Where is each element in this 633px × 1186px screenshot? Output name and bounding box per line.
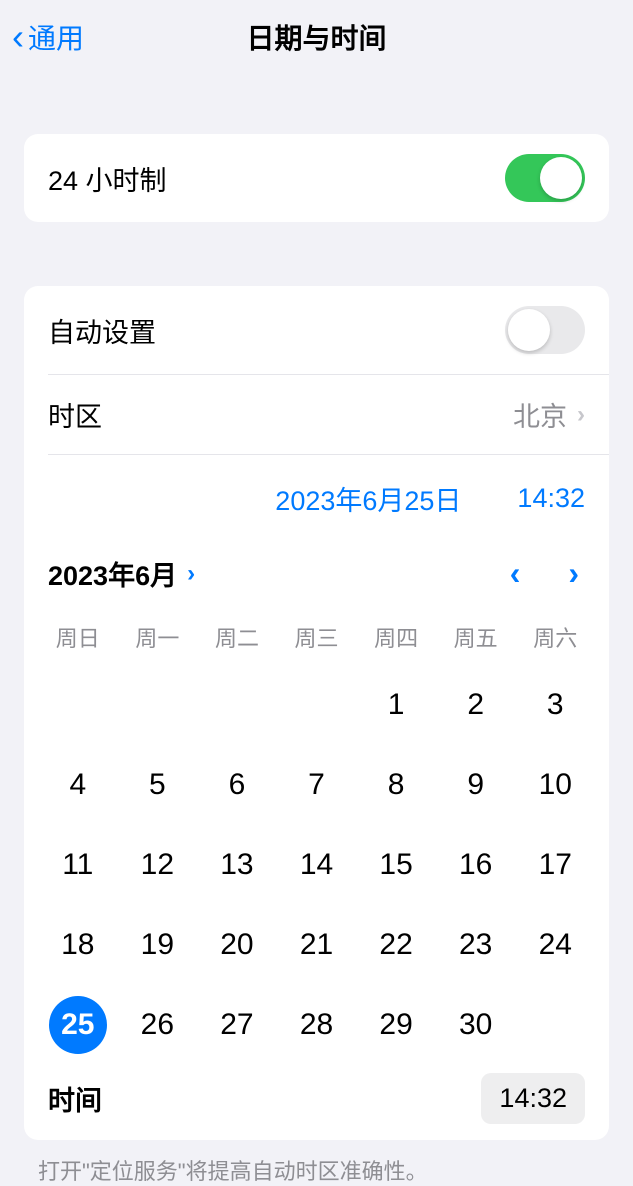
twenty-four-hour-label: 24 小时制 — [48, 159, 167, 198]
twenty-four-hour-row: 24 小时制 — [24, 134, 609, 222]
calendar-day[interactable]: 20 — [197, 905, 277, 985]
timezone-row[interactable]: 时区 北京 › — [24, 375, 609, 454]
month-label: 2023年6月 — [48, 554, 177, 593]
time-picker-button[interactable]: 14:32 — [481, 1073, 585, 1124]
auto-set-label: 自动设置 — [48, 311, 156, 350]
date-display[interactable]: 2023年6月25日 — [275, 479, 461, 518]
time-label: 时间 — [48, 1079, 102, 1118]
calendar-day-empty — [118, 665, 198, 745]
weekday-label: 周三 — [277, 621, 357, 665]
calendar-day[interactable]: 11 — [38, 825, 118, 905]
weekday-label: 周六 — [515, 621, 595, 665]
calendar-day[interactable]: 30 — [436, 985, 516, 1065]
month-selector[interactable]: 2023年6月 › — [48, 554, 195, 593]
calendar-day[interactable]: 12 — [118, 825, 198, 905]
calendar-day[interactable]: 9 — [436, 745, 516, 825]
calendar-day[interactable]: 3 — [515, 665, 595, 745]
calendar-day[interactable]: 1 — [356, 665, 436, 745]
footer-note: 打开"定位服务"将提高自动时区准确性。 — [0, 1140, 633, 1186]
twenty-four-hour-toggle[interactable] — [505, 154, 585, 202]
calendar-day[interactable]: 13 — [197, 825, 277, 905]
calendar-day[interactable]: 15 — [356, 825, 436, 905]
weekday-label: 周日 — [38, 621, 118, 665]
back-button[interactable]: ‹ 通用 — [12, 16, 84, 58]
calendar-day[interactable]: 17 — [515, 825, 595, 905]
calendar-day-empty — [277, 665, 357, 745]
timezone-value: 北京 — [513, 395, 567, 434]
calendar-day-empty — [515, 985, 595, 1065]
calendar-day[interactable]: 2 — [436, 665, 516, 745]
calendar-day-empty — [38, 665, 118, 745]
auto-set-row: 自动设置 — [24, 286, 609, 374]
weekday-label: 周二 — [197, 621, 277, 665]
calendar-day[interactable]: 5 — [118, 745, 198, 825]
calendar-day[interactable]: 29 — [356, 985, 436, 1065]
calendar-day[interactable]: 26 — [118, 985, 198, 1065]
calendar-day[interactable]: 28 — [277, 985, 357, 1065]
calendar-day[interactable]: 4 — [38, 745, 118, 825]
calendar-day[interactable]: 7 — [277, 745, 357, 825]
calendar-day[interactable]: 22 — [356, 905, 436, 985]
calendar-day[interactable]: 10 — [515, 745, 595, 825]
calendar-day[interactable]: 19 — [118, 905, 198, 985]
time-display[interactable]: 14:32 — [517, 483, 585, 514]
calendar-day[interactable]: 21 — [277, 905, 357, 985]
weekday-label: 周五 — [436, 621, 516, 665]
weekday-label: 周四 — [356, 621, 436, 665]
prev-month-button[interactable]: ‹ — [510, 555, 521, 592]
chevron-right-icon: › — [577, 401, 585, 429]
page-title: 日期与时间 — [246, 17, 386, 57]
calendar-day[interactable]: 23 — [436, 905, 516, 985]
calendar-day[interactable]: 18 — [38, 905, 118, 985]
weekday-label: 周一 — [118, 621, 198, 665]
chevron-right-icon: › — [187, 560, 195, 588]
calendar-day[interactable]: 24 — [515, 905, 595, 985]
timezone-label: 时区 — [48, 395, 102, 434]
calendar-day[interactable]: 6 — [197, 745, 277, 825]
chevron-left-icon: ‹ — [12, 16, 24, 58]
next-month-button[interactable]: › — [568, 555, 579, 592]
back-label: 通用 — [28, 17, 84, 57]
calendar-day[interactable]: 27 — [197, 985, 277, 1065]
calendar-day[interactable]: 8 — [356, 745, 436, 825]
calendar-day[interactable]: 16 — [436, 825, 516, 905]
calendar-day-empty — [197, 665, 277, 745]
calendar-day[interactable]: 14 — [277, 825, 357, 905]
calendar-day[interactable]: 25 — [38, 985, 118, 1065]
auto-set-toggle[interactable] — [505, 306, 585, 354]
